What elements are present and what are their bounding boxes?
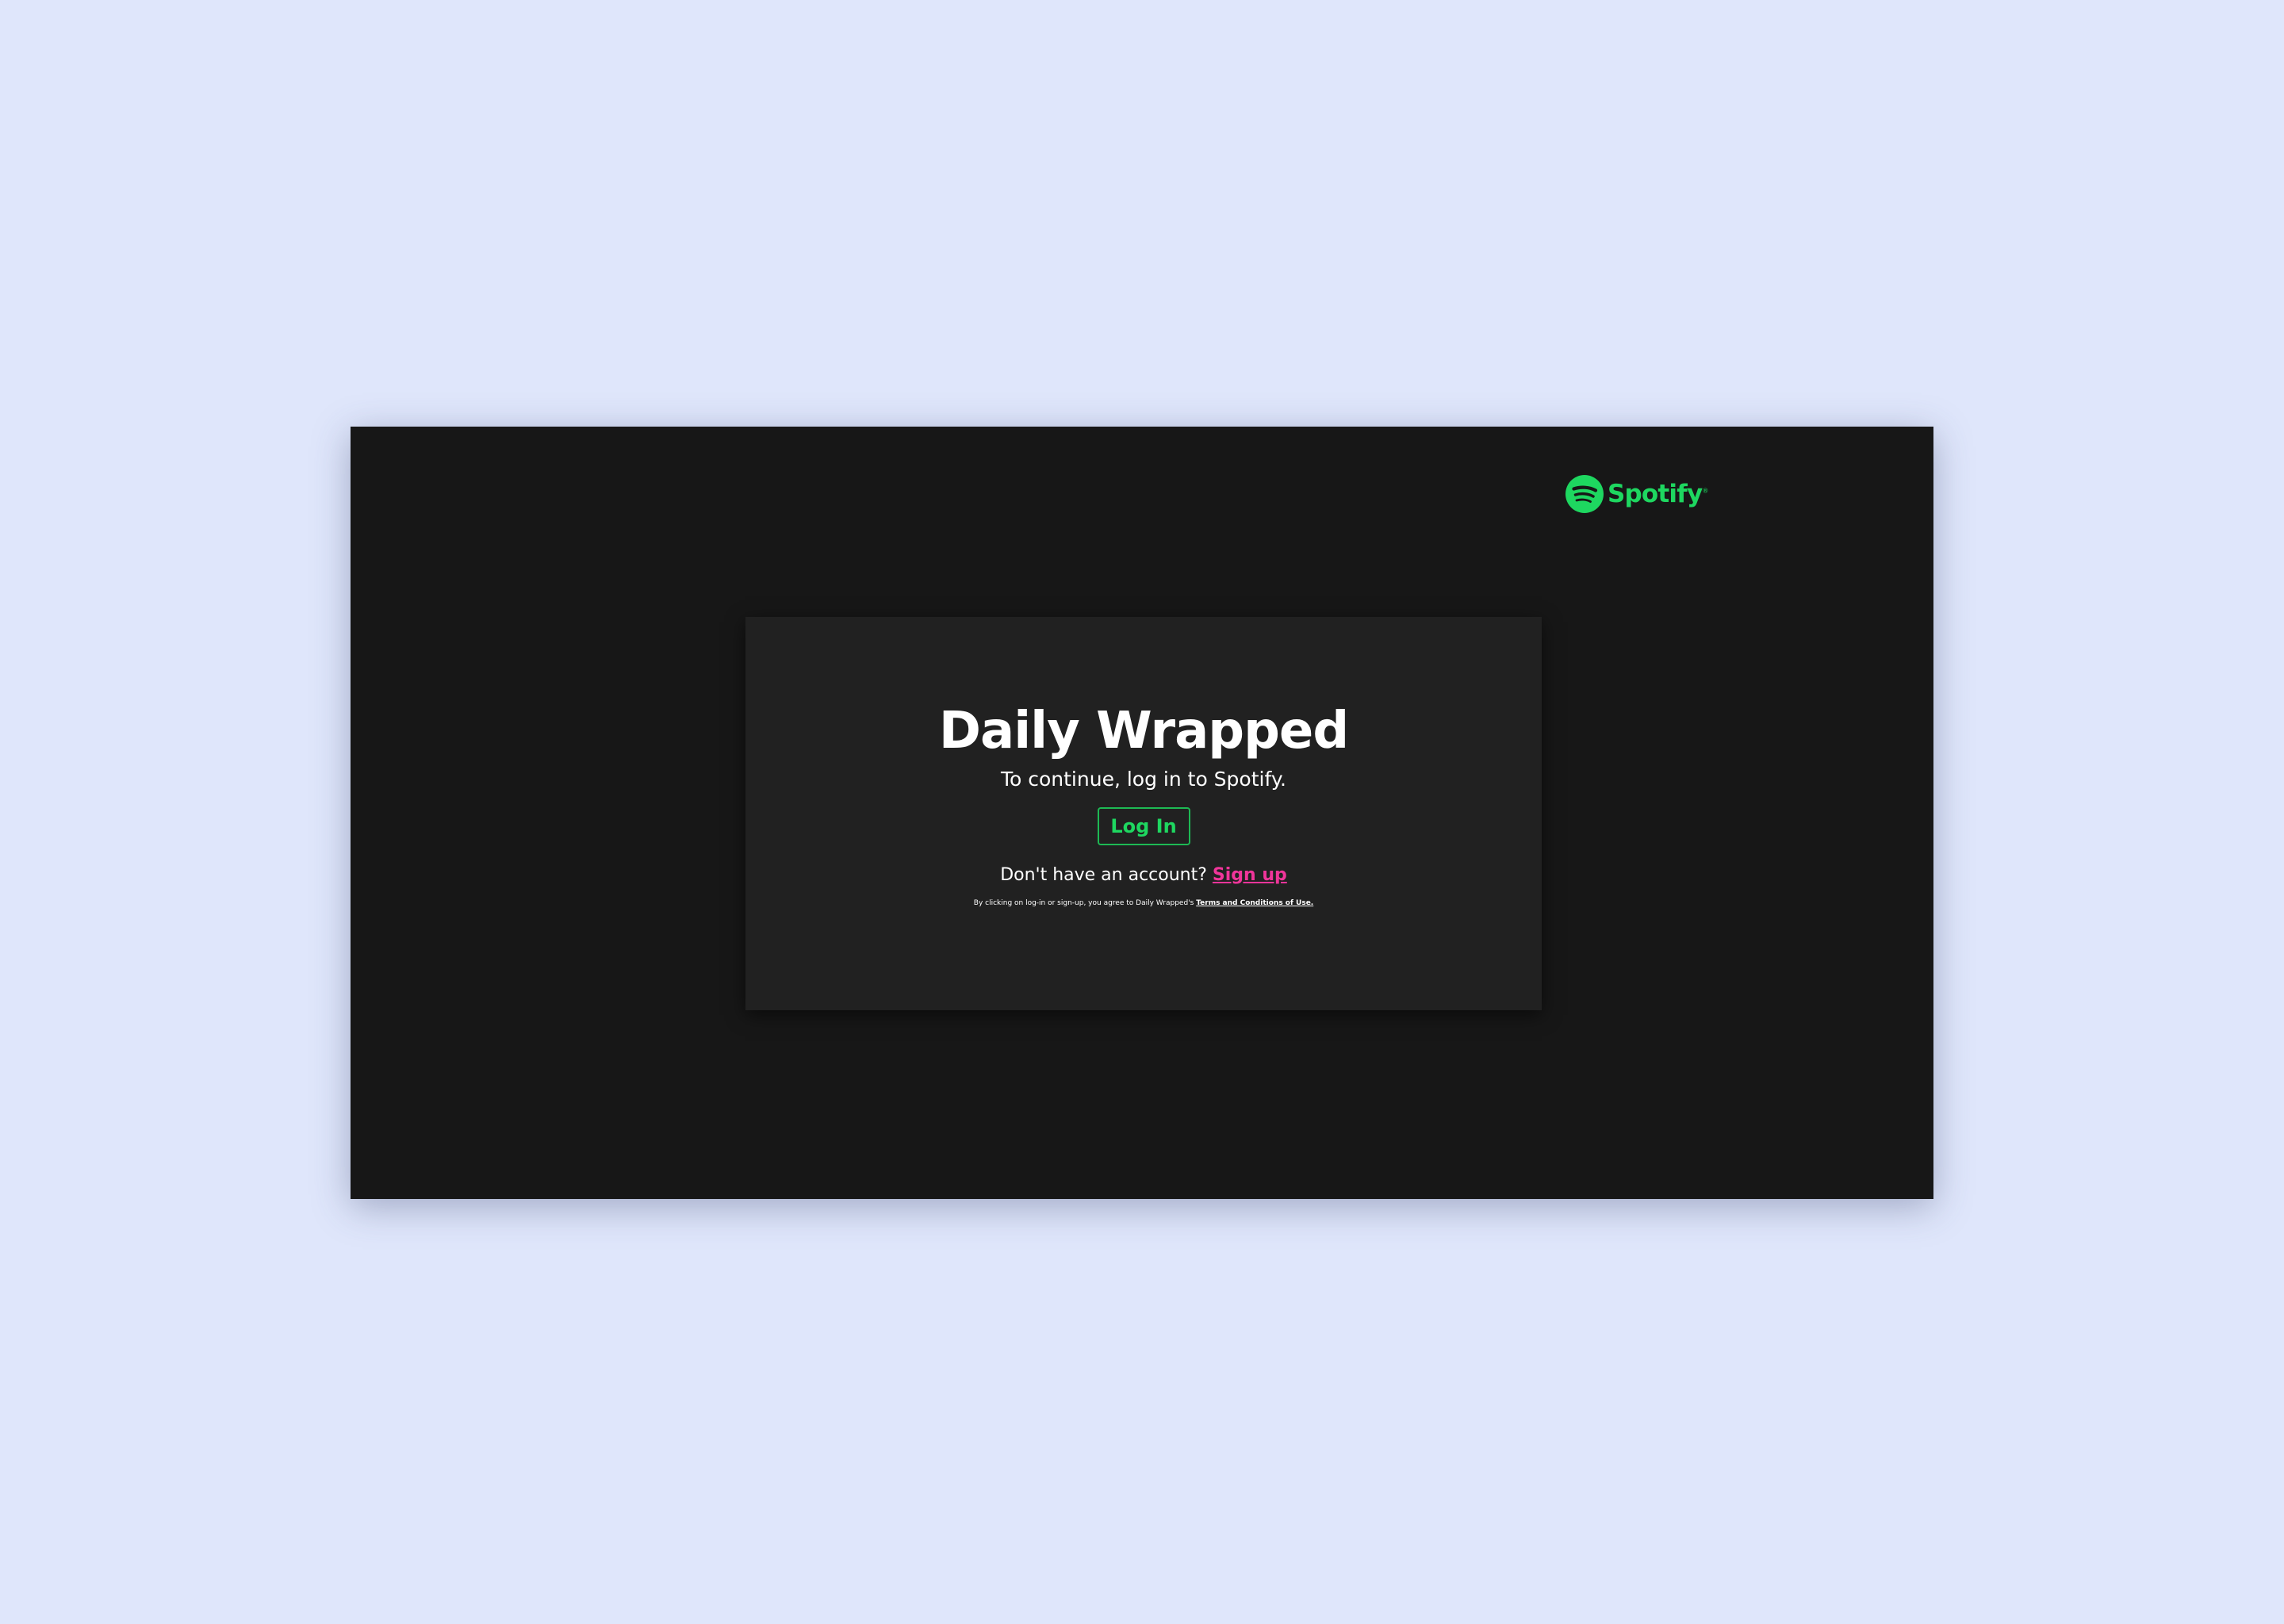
spotify-brand: Spotify® bbox=[1565, 474, 1708, 514]
legal-text: By clicking on log-in or sign-up, you ag… bbox=[973, 899, 1194, 907]
page-title: Daily Wrapped bbox=[938, 702, 1349, 760]
login-subtitle: To continue, log in to Spotify. bbox=[1000, 768, 1287, 791]
log-in-button[interactable]: Log In bbox=[1097, 807, 1190, 845]
signup-prompt: Don't have an account? bbox=[1000, 865, 1207, 885]
terms-link[interactable]: Terms and Conditions of Use. bbox=[1196, 899, 1313, 907]
login-card: Daily Wrapped To continue, log in to Spo… bbox=[745, 617, 1542, 1010]
sign-up-link[interactable]: Sign up bbox=[1213, 865, 1287, 885]
legal-notice: By clicking on log-in or sign-up, you ag… bbox=[745, 898, 1542, 909]
spotify-logo-icon bbox=[1565, 475, 1604, 513]
spotify-wordmark: Spotify® bbox=[1608, 479, 1709, 508]
signup-line: Don't have an account? Sign up bbox=[745, 864, 1542, 887]
trademark-mark: ® bbox=[1702, 487, 1709, 495]
app-window: Spotify® Daily Wrapped To continue, log … bbox=[351, 427, 1933, 1199]
